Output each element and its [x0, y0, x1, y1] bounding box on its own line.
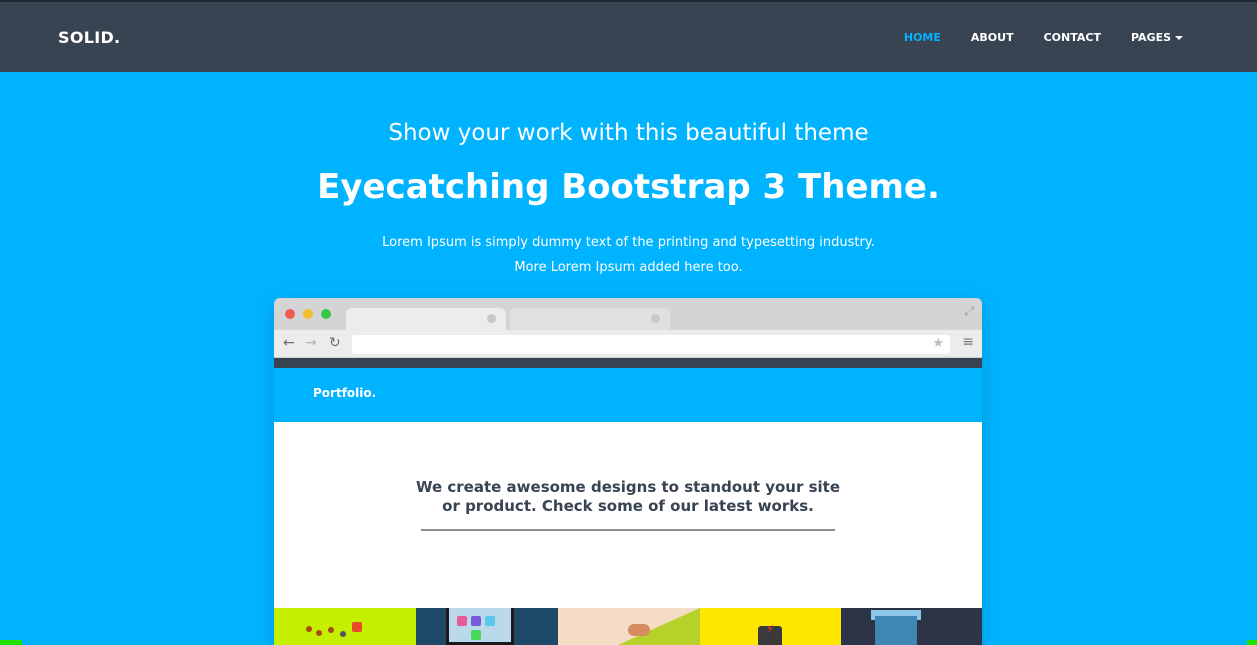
browser-mockup: ⤢ ← → ↻ ★ ≡ Portfolio. We create awesome…: [274, 298, 982, 645]
nav-item-contact[interactable]: CONTACT: [1044, 31, 1101, 44]
thumbnail-illustration: [304, 622, 374, 637]
mockup-brand: Portfolio.: [313, 386, 377, 400]
nav-item-home[interactable]: HOME: [904, 31, 941, 44]
arrow-right-icon: →: [305, 335, 317, 351]
edge-marker: [1247, 640, 1257, 645]
browser-tab-active: [346, 308, 506, 330]
hero-description: Lorem Ipsum is simply dummy text of the …: [0, 230, 1257, 280]
thumbnail-illustration: [628, 624, 650, 636]
mockup-heading-line1: We create awesome designs to standout yo…: [415, 478, 841, 496]
window-close-dot: [285, 309, 295, 319]
nav-item-about[interactable]: ABOUT: [971, 31, 1014, 44]
thumbnail-illustration: [875, 616, 917, 645]
portfolio-thumbnail: ⚡: [700, 608, 841, 645]
portfolio-thumbnail: [416, 608, 558, 645]
mockup-body: We create awesome designs to standout yo…: [274, 422, 982, 608]
nav-item-pages[interactable]: PAGES: [1131, 31, 1183, 44]
hero-description-line2: More Lorem Ipsum added here too.: [514, 260, 743, 275]
mockup-navbar: [274, 358, 982, 368]
mockup-heading: We create awesome designs to standout yo…: [274, 478, 982, 516]
window-minimize-dot: [303, 309, 313, 319]
portfolio-thumbnails: ⚡: [274, 608, 982, 645]
divider: [421, 529, 835, 531]
brand-logo[interactable]: SOLID.: [58, 28, 120, 47]
reload-icon: ↻: [329, 335, 341, 351]
portfolio-thumbnail: [841, 608, 982, 645]
mockup-header: Portfolio.: [274, 368, 982, 422]
bolt-icon: ⚡: [766, 622, 775, 636]
expand-icon: ⤢: [964, 304, 974, 318]
portfolio-thumbnail: [274, 608, 416, 645]
hero-title: Eyecatching Bootstrap 3 Theme.: [317, 167, 940, 207]
star-icon: ★: [932, 336, 944, 351]
tab-close-icon: [487, 314, 496, 323]
caret-down-icon: [1175, 36, 1183, 40]
tab-close-icon: [651, 314, 660, 323]
window-maximize-dot: [321, 309, 331, 319]
arrow-left-icon: ←: [283, 335, 295, 351]
main-nav: HOME ABOUT CONTACT PAGES: [874, 31, 1183, 44]
browser-toolbar: ← → ↻ ★ ≡: [274, 330, 982, 358]
top-navbar: SOLID. HOME ABOUT CONTACT PAGES: [0, 0, 1257, 72]
portfolio-thumbnail: [558, 608, 700, 645]
url-bar: ★: [352, 335, 950, 354]
mockup-heading-line2: or product. Check some of our latest wor…: [442, 497, 814, 515]
edge-marker: [0, 640, 22, 645]
nav-item-pages-label: PAGES: [1130, 31, 1171, 44]
thumbnail-illustration: [446, 608, 514, 645]
browser-tab: [510, 308, 670, 330]
hamburger-icon: ≡: [962, 334, 974, 350]
browser-tab-bar: ⤢: [274, 298, 982, 330]
hero-subtitle: Show your work with this beautiful theme: [388, 120, 869, 146]
hero-description-line1: Lorem Ipsum is simply dummy text of the …: [382, 235, 875, 250]
